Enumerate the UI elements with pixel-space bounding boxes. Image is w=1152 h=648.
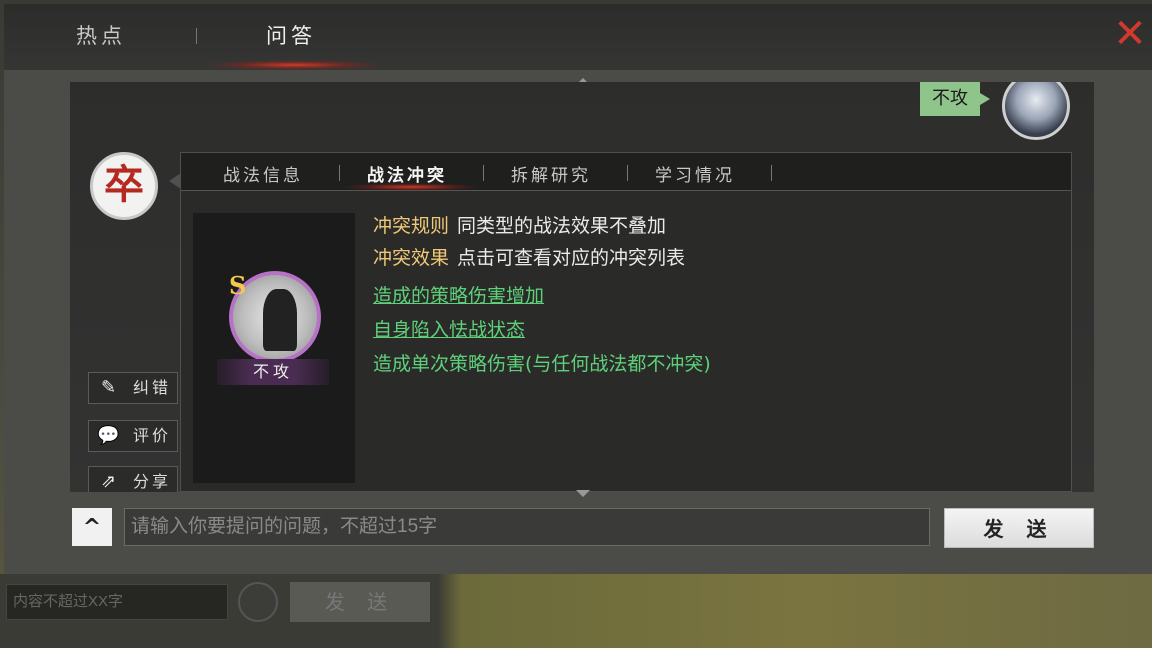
chat-content: 不攻 卒 ✎ 纠错 💬 评价 ⇗ 分享 战法信息 战法冲突 拆解研究 学习情况 … <box>70 82 1094 492</box>
skill-sub-tabs: 战法信息 战法冲突 拆解研究 学习情况 <box>181 153 1071 191</box>
background-send-button: 发 送 <box>290 582 430 622</box>
send-button[interactable]: 发 送 <box>944 508 1094 548</box>
sub-tab-divider <box>627 165 628 181</box>
effect-single-strategy-damage: 造成单次策略伤害(与任何战法都不冲突) <box>373 353 711 375</box>
chat-bubble-icon: 💬 <box>97 425 123 446</box>
sub-tab-divider <box>771 165 772 181</box>
active-sub-tab-glow <box>341 183 481 191</box>
skill-grade: S <box>229 271 247 300</box>
rate-button-label: 评价 <box>133 426 172 445</box>
close-icon[interactable]: ✕ <box>1110 14 1150 56</box>
warrior-silhouette-icon <box>263 289 297 351</box>
question-input[interactable] <box>124 508 930 546</box>
conflict-effect-key: 冲突效果 <box>373 247 450 269</box>
qa-modal: 热点 问答 ✕ 不攻 卒 ✎ 纠错 💬 评价 ⇗ 分享 战法信息 战法冲突 拆解… <box>4 4 1152 574</box>
tab-skill-research[interactable]: 拆解研究 <box>511 161 591 186</box>
conflict-effect: 冲突效果 点击可查看对应的冲突列表 <box>373 243 685 270</box>
sub-tab-divider <box>339 165 340 181</box>
active-tab-glow <box>204 60 384 70</box>
user-avatar[interactable] <box>1002 82 1070 140</box>
skill-name: 不攻 <box>217 359 329 385</box>
share-button[interactable]: ⇗ 分享 <box>88 466 178 492</box>
effect-link-strategy-damage-up[interactable]: 造成的策略伤害增加 <box>373 281 544 308</box>
user-message-text: 不攻 <box>932 88 968 109</box>
chevron-up-icon: ^ <box>82 515 102 540</box>
bot-avatar-char: 卒 <box>104 161 144 208</box>
tab-skill-info[interactable]: 战法信息 <box>223 161 303 186</box>
correct-button[interactable]: ✎ 纠错 <box>88 372 178 404</box>
bot-answer-bubble: 战法信息 战法冲突 拆解研究 学习情况 S 不攻 冲突规则 同类型的战法效果不叠加 <box>169 152 1072 492</box>
correct-button-label: 纠错 <box>133 378 172 397</box>
tab-divider <box>196 28 197 44</box>
scroll-down-arrow-icon[interactable] <box>576 490 590 497</box>
tab-qa[interactable]: 问答 <box>266 20 316 50</box>
effect-link-timid-state[interactable]: 自身陷入怯战状态 <box>373 315 525 342</box>
bot-avatar: 卒 <box>90 152 158 220</box>
top-tab-bar: 热点 问答 ✕ <box>4 4 1152 70</box>
edit-icon: ✎ <box>100 377 120 398</box>
conflict-rule: 冲突规则 同类型的战法效果不叠加 <box>373 211 666 238</box>
conflict-effect-value: 点击可查看对应的冲突列表 <box>457 247 686 269</box>
sub-tab-divider <box>483 165 484 181</box>
conflict-rule-value: 同类型的战法效果不叠加 <box>457 215 667 237</box>
expand-button[interactable]: ^ <box>72 508 112 546</box>
background-circle-button <box>238 582 278 622</box>
tab-skill-learning[interactable]: 学习情况 <box>655 161 735 186</box>
background-chat-input: 内容不超过XX字 <box>6 584 228 620</box>
user-message-bubble: 不攻 <box>920 82 990 116</box>
rate-button[interactable]: 💬 评价 <box>88 420 178 452</box>
tab-hot[interactable]: 热点 <box>76 20 126 50</box>
share-button-label: 分享 <box>133 472 172 491</box>
skill-card[interactable]: S 不攻 <box>193 213 355 483</box>
share-icon: ⇗ <box>100 471 120 492</box>
conflict-rule-key: 冲突规则 <box>373 215 450 237</box>
